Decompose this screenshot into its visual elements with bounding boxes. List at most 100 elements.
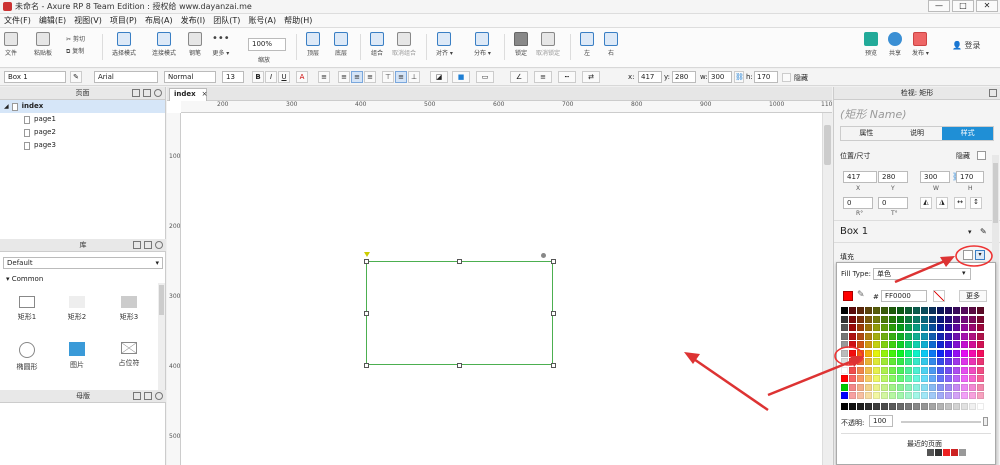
color-swatch[interactable] xyxy=(857,366,864,374)
tab-properties[interactable]: 属性 xyxy=(841,127,892,140)
right-button[interactable]: 右 xyxy=(604,32,618,57)
fill-color-swatch[interactable] xyxy=(963,250,973,260)
color-swatch[interactable] xyxy=(865,341,872,348)
valign-bottom-button[interactable]: ⊥ xyxy=(408,71,420,83)
color-swatch[interactable] xyxy=(849,307,856,314)
color-swatch[interactable] xyxy=(857,307,864,314)
gray-swatch[interactable] xyxy=(873,403,880,410)
color-swatch[interactable] xyxy=(865,366,872,374)
font-color-button[interactable]: A xyxy=(296,71,308,83)
search-icon[interactable] xyxy=(155,241,163,249)
gray-swatch[interactable] xyxy=(969,403,976,410)
color-swatch[interactable] xyxy=(937,349,944,357)
color-swatch[interactable] xyxy=(969,315,976,323)
gray-swatch[interactable] xyxy=(881,403,888,410)
close-tab-icon[interactable]: × xyxy=(202,90,208,98)
resize-handle[interactable] xyxy=(457,363,462,368)
fit-width-icon[interactable]: ↔ xyxy=(954,197,966,209)
page-item-page3[interactable]: page3 xyxy=(0,139,165,152)
gray-swatch[interactable] xyxy=(913,403,920,410)
color-swatch[interactable] xyxy=(913,383,920,391)
color-swatch[interactable] xyxy=(929,358,936,365)
lock-ratio-icon[interactable]: ⛓ xyxy=(734,71,744,83)
color-swatch[interactable] xyxy=(969,341,976,348)
recent-colors-row[interactable] xyxy=(927,449,966,456)
widget-image[interactable]: 图片 xyxy=(60,342,94,370)
color-swatch[interactable] xyxy=(865,307,872,314)
line-width-button[interactable]: ≡ xyxy=(534,71,552,83)
widget-ellipse[interactable]: 椭圆形 xyxy=(10,342,44,372)
color-swatch[interactable] xyxy=(969,392,976,399)
zoom-select[interactable]: 100% xyxy=(248,38,286,51)
color-swatch[interactable] xyxy=(873,392,880,399)
menu-file[interactable]: 文件(F) xyxy=(0,15,35,26)
arrow-style-button[interactable]: ⇄ xyxy=(582,71,600,83)
add-folder-icon[interactable] xyxy=(144,392,152,400)
lock-button[interactable]: 锁定 xyxy=(514,32,528,57)
color-swatch[interactable] xyxy=(889,307,896,314)
italic-button[interactable]: I xyxy=(265,71,277,83)
flip-vertical-icon[interactable]: ◮ xyxy=(936,197,948,209)
color-swatch[interactable] xyxy=(849,341,856,348)
y-input[interactable]: 280 xyxy=(672,71,696,83)
color-swatch[interactable] xyxy=(889,324,896,331)
color-swatch[interactable] xyxy=(969,366,976,374)
font-weight-select[interactable]: Normal xyxy=(164,71,216,83)
search-icon[interactable] xyxy=(154,89,162,97)
color-swatch[interactable] xyxy=(881,332,888,340)
color-swatch[interactable] xyxy=(881,358,888,365)
color-swatch[interactable] xyxy=(857,332,864,340)
color-swatch[interactable] xyxy=(961,332,968,340)
maximize-button[interactable]: □ xyxy=(952,0,974,12)
library-scrollbar[interactable] xyxy=(158,283,165,403)
color-swatch[interactable] xyxy=(977,383,984,391)
copy-button[interactable]: ⧉ 复制 xyxy=(66,46,84,56)
bullet-list-button[interactable]: ≡ xyxy=(318,71,330,83)
tab-notes[interactable]: 说明 xyxy=(891,127,943,140)
align-right-button[interactable]: ≡ xyxy=(364,71,376,83)
color-swatch[interactable] xyxy=(945,383,952,391)
menu-arrange[interactable]: 布局(A) xyxy=(141,15,177,26)
color-swatch[interactable] xyxy=(961,315,968,323)
color-swatch[interactable] xyxy=(889,375,896,382)
gray-swatch[interactable] xyxy=(857,403,864,410)
menu-team[interactable]: 团队(T) xyxy=(209,15,244,26)
color-swatch[interactable] xyxy=(945,341,952,348)
color-swatch[interactable] xyxy=(953,358,960,365)
color-swatch[interactable] xyxy=(921,315,928,323)
align-button[interactable]: 对齐 ▾ xyxy=(436,32,453,57)
color-swatch[interactable] xyxy=(881,349,888,357)
color-swatch[interactable] xyxy=(929,375,936,382)
gray-swatch[interactable] xyxy=(953,403,960,410)
color-swatch[interactable] xyxy=(961,307,968,314)
color-swatch[interactable] xyxy=(969,332,976,340)
resize-handle[interactable] xyxy=(364,311,369,316)
add-master-icon[interactable] xyxy=(133,392,141,400)
menu-publish[interactable]: 发布(I) xyxy=(177,15,210,26)
color-swatch[interactable] xyxy=(929,392,936,399)
fill-color-dropdown[interactable]: ■ xyxy=(452,71,470,83)
color-swatch[interactable] xyxy=(977,358,984,365)
color-swatch[interactable] xyxy=(937,383,944,391)
color-swatch[interactable] xyxy=(905,341,912,348)
color-swatch[interactable] xyxy=(881,366,888,374)
color-swatch[interactable] xyxy=(953,324,960,331)
gray-swatch[interactable] xyxy=(905,403,912,410)
color-swatch[interactable] xyxy=(929,383,936,391)
add-page-icon[interactable] xyxy=(132,89,140,97)
widget-rectangle2[interactable]: 矩形2 xyxy=(60,296,94,322)
share-button[interactable]: 共享 xyxy=(888,32,902,57)
color-swatch[interactable] xyxy=(953,341,960,348)
color-swatch[interactable] xyxy=(889,332,896,340)
color-swatch[interactable] xyxy=(905,307,912,314)
color-swatch[interactable] xyxy=(873,341,880,348)
color-swatch[interactable] xyxy=(913,324,920,331)
color-swatch[interactable] xyxy=(977,392,984,399)
color-swatch[interactable] xyxy=(977,324,984,331)
color-swatch[interactable] xyxy=(841,307,848,314)
color-swatch[interactable] xyxy=(873,366,880,374)
color-swatch[interactable] xyxy=(841,375,848,382)
resize-handle[interactable] xyxy=(551,363,556,368)
color-swatch[interactable] xyxy=(953,307,960,314)
opacity-input[interactable]: 100 xyxy=(869,415,893,427)
